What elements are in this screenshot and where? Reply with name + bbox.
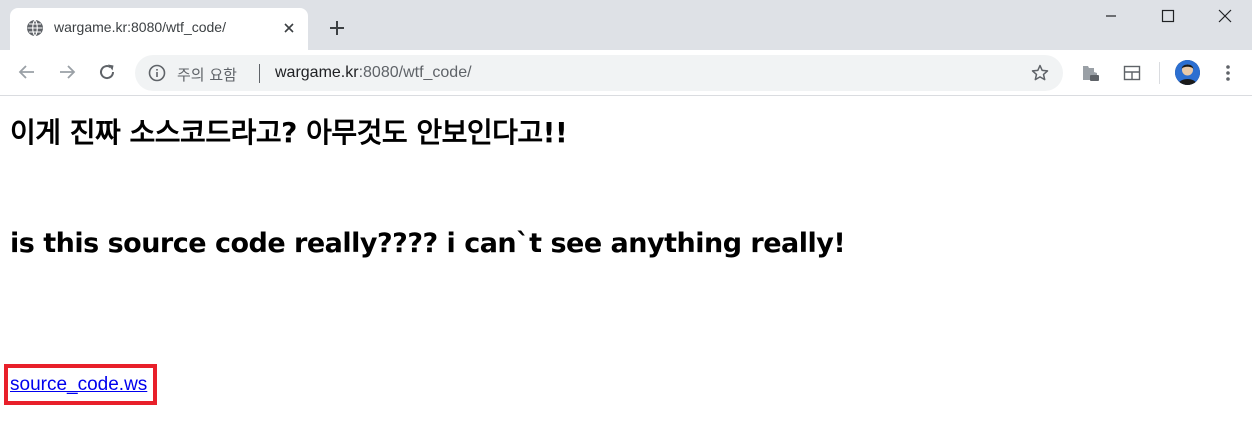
extension-icon[interactable] (1080, 62, 1102, 84)
toolbar-separator (1159, 62, 1160, 84)
address-bar[interactable]: 주의 요함 wargame.kr:8080/wtf_code/ (135, 55, 1063, 91)
url-text[interactable]: wargame.kr:8080/wtf_code/ (275, 64, 472, 82)
close-icon[interactable] (281, 20, 297, 36)
plus-icon[interactable] (326, 17, 348, 39)
url-path: :8080/wtf_code/ (358, 64, 472, 81)
back-arrow-icon[interactable] (16, 61, 38, 83)
info-icon[interactable] (148, 64, 166, 82)
security-status-label[interactable]: 주의 요함 (177, 64, 237, 85)
window-close-icon[interactable] (1215, 6, 1235, 26)
reload-icon[interactable] (96, 61, 118, 83)
tab-title: wargame.kr:8080/wtf_code/ (54, 19, 226, 35)
tab-strip: wargame.kr:8080/wtf_code/ (0, 0, 1252, 50)
kebab-menu-icon[interactable] (1218, 62, 1238, 84)
maximize-icon[interactable] (1158, 6, 1178, 26)
browser-tab[interactable]: wargame.kr:8080/wtf_code/ (10, 8, 308, 50)
cast-tab-icon[interactable] (1121, 62, 1143, 84)
url-host: wargame.kr (275, 64, 359, 81)
globe-icon (27, 19, 43, 37)
profile-picture-icon (1175, 60, 1200, 85)
page-content: 이게 진짜 소스코드라고? 아무것도 안보인다고!! is this sourc… (0, 97, 1252, 447)
avatar[interactable] (1175, 60, 1200, 85)
page-heading-english: is this source code really???? i can`t s… (10, 228, 846, 259)
browser-toolbar: 주의 요함 wargame.kr:8080/wtf_code/ (0, 50, 1252, 96)
source-code-link[interactable]: source_code.ws (10, 374, 147, 396)
star-icon[interactable] (1030, 63, 1050, 83)
page-heading-korean: 이게 진짜 소스코드라고? 아무것도 안보인다고!! (10, 116, 568, 149)
forward-arrow-icon[interactable] (56, 61, 78, 83)
address-separator (259, 64, 260, 83)
minimize-icon[interactable] (1101, 6, 1121, 26)
